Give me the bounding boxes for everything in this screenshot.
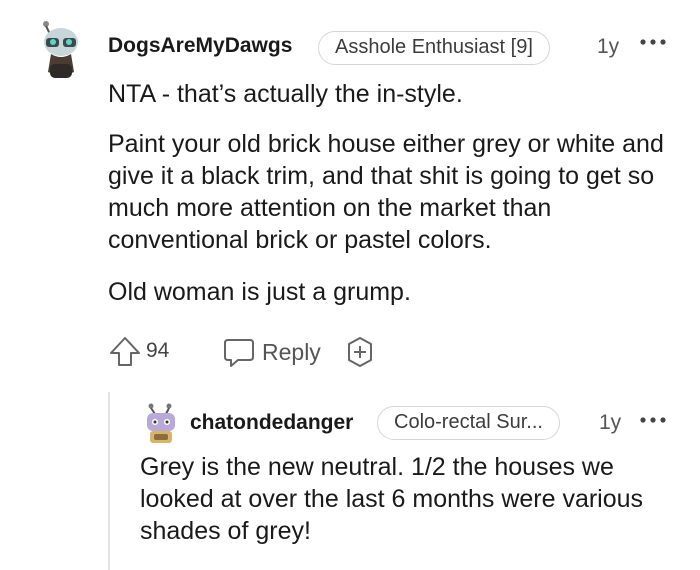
- reply-body: Grey is the new neutral. 1/2 the houses …: [140, 453, 644, 545]
- award-plus-icon: [348, 337, 372, 367]
- reply-label: Reply: [262, 338, 321, 365]
- more-options-button[interactable]: [637, 408, 669, 432]
- user-flair: Colo-rectal Sur...: [377, 406, 560, 440]
- more-dots-icon: [640, 417, 666, 423]
- comment-paragraph: NTA - that’s actually the in-style.: [108, 80, 463, 108]
- avatar[interactable]: [141, 402, 181, 444]
- vote-count: 94: [146, 339, 170, 362]
- upvote-button[interactable]: [108, 334, 142, 368]
- username[interactable]: DogsAreMyDawgs: [108, 34, 292, 58]
- award-button[interactable]: [344, 336, 376, 368]
- timestamp[interactable]: 1y: [597, 35, 619, 59]
- username[interactable]: chatondedanger: [190, 411, 353, 435]
- thread-line[interactable]: [108, 392, 110, 570]
- comment-paragraph: Paint your old brick house either grey o…: [108, 130, 664, 254]
- more-dots-icon: [640, 39, 666, 45]
- timestamp[interactable]: 1y: [599, 411, 621, 435]
- comment-paragraph: Old woman is just a grump.: [108, 278, 411, 306]
- avatar[interactable]: [36, 20, 86, 80]
- speech-bubble-icon: [224, 339, 254, 367]
- reply-button[interactable]: Reply: [222, 334, 321, 370]
- more-options-button[interactable]: [637, 30, 669, 54]
- user-flair: Asshole Enthusiast [9]: [318, 31, 550, 65]
- upvote-arrow-icon: [110, 337, 140, 366]
